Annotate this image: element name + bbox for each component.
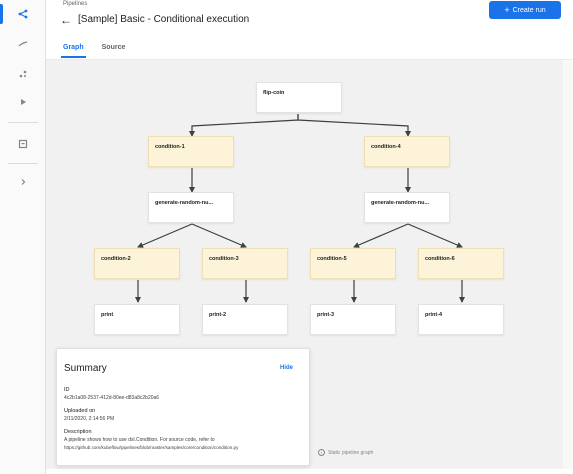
static-graph-note: i Static pipeline graph bbox=[318, 449, 373, 456]
rail-divider bbox=[8, 163, 38, 164]
graph-node-print-3[interactable]: print-3 bbox=[310, 304, 396, 335]
summary-description-label: Description bbox=[64, 429, 92, 435]
graph-node-condition-1[interactable]: condition-1 bbox=[148, 136, 234, 167]
tab-graph[interactable]: Graph bbox=[61, 44, 86, 58]
graph-node-print-4[interactable]: print-4 bbox=[418, 304, 504, 335]
archive-icon[interactable] bbox=[0, 131, 46, 157]
breadcrumb[interactable]: Pipelines bbox=[63, 1, 87, 7]
graph-node-condition-5[interactable]: condition-5 bbox=[310, 248, 396, 279]
graph-node-print-2[interactable]: print-2 bbox=[202, 304, 288, 335]
rail-divider bbox=[8, 122, 38, 123]
pipelines-icon[interactable] bbox=[0, 1, 46, 27]
runs-icon[interactable] bbox=[0, 89, 46, 115]
graph-node-condition-3[interactable]: condition-3 bbox=[202, 248, 288, 279]
graph-node-condition-6[interactable]: condition-6 bbox=[418, 248, 504, 279]
info-icon: i bbox=[318, 449, 325, 456]
tab-source[interactable]: Source bbox=[102, 44, 126, 58]
summary-uploaded-label: Uploaded on bbox=[64, 408, 96, 414]
scrollbar[interactable] bbox=[563, 60, 573, 469]
summary-title: Summary bbox=[64, 363, 107, 374]
page-title: [Sample] Basic - Conditional execution bbox=[78, 14, 250, 25]
page-header: Pipelines ← [Sample] Basic - Conditional… bbox=[46, 0, 573, 58]
arrow-back-icon[interactable]: ← bbox=[59, 13, 73, 27]
tab-bar: Graph Source bbox=[61, 44, 126, 58]
create-run-label: Create run bbox=[512, 6, 546, 14]
summary-uploaded-value: 2/11/2020, 2:14:56 PM bbox=[64, 416, 115, 422]
graph-node-flip-coin[interactable]: flip-coin bbox=[256, 82, 342, 113]
summary-panel: Summary Hide ID 4c2b1a08-2537-412d-80ee-… bbox=[56, 348, 310, 466]
graph-node-condition-2[interactable]: condition-2 bbox=[94, 248, 180, 279]
graph-node-generate-random-number-right[interactable]: generate-random-nu... bbox=[364, 192, 450, 223]
graph-node-print[interactable]: print bbox=[94, 304, 180, 335]
hide-summary-button[interactable]: Hide bbox=[280, 365, 293, 371]
graph-node-generate-random-number-left[interactable]: generate-random-nu... bbox=[148, 192, 234, 223]
experiments-icon[interactable] bbox=[0, 31, 46, 57]
create-run-button[interactable]: + Create run bbox=[489, 1, 561, 19]
artifacts-icon[interactable] bbox=[0, 61, 46, 87]
summary-id-value: 4c2b1a08-2537-412d-80ee-d83a8c2b20a6 bbox=[64, 395, 160, 401]
static-graph-note-text: Static pipeline graph bbox=[328, 449, 374, 456]
summary-description-line: A pipeline shows how to use dsl.Conditio… bbox=[64, 437, 215, 443]
expand-icon[interactable] bbox=[0, 169, 46, 195]
summary-id-label: ID bbox=[64, 387, 70, 393]
plus-icon: + bbox=[504, 4, 510, 15]
graph-node-condition-4[interactable]: condition-4 bbox=[364, 136, 450, 167]
summary-description-link[interactable]: https://github.com/kubeflow/pipelines/bl… bbox=[64, 445, 238, 450]
side-nav-rail bbox=[0, 0, 46, 474]
